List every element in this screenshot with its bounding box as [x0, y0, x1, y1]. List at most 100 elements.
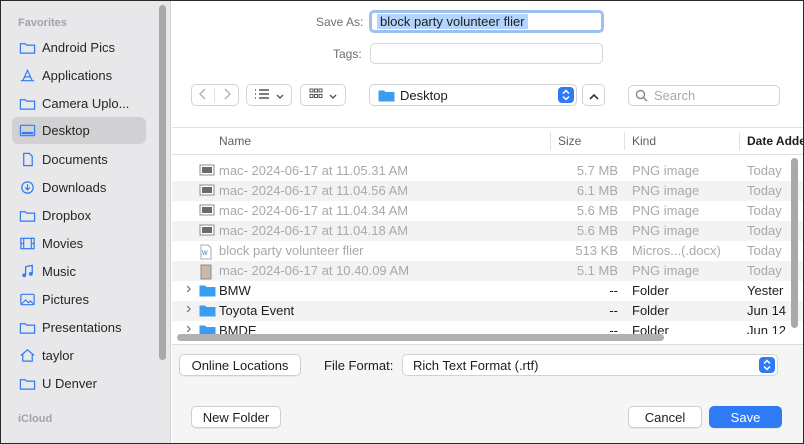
sidebar-item-label: Documents: [42, 152, 108, 167]
file-size: 5.1 MB: [576, 263, 618, 278]
file-size: 6.1 MB: [576, 183, 618, 198]
file-kind: PNG image: [632, 263, 700, 278]
file-size: 5.7 MB: [576, 163, 618, 178]
word-document-icon: W: [199, 244, 215, 260]
sidebar-item-music[interactable]: Music: [12, 258, 146, 285]
home-icon: [18, 348, 36, 364]
file-name: BMDE: [219, 323, 257, 334]
save-button[interactable]: Save: [709, 406, 782, 428]
folder-icon: [199, 324, 216, 334]
file-size: --: [609, 283, 618, 298]
file-name: mac- 2024-06-17 at 11.05.31 AM: [219, 163, 409, 178]
icloud-heading: iCloud: [18, 413, 53, 425]
sidebar: Favorites Android Pics Applications Came…: [1, 1, 171, 443]
file-name: BMW: [219, 283, 251, 298]
file-kind: PNG image: [632, 183, 700, 198]
sidebar-item-u-denver[interactable]: U Denver: [12, 370, 146, 397]
divider: [172, 344, 803, 345]
file-date-added: Today: [747, 183, 782, 198]
file-size: --: [609, 303, 618, 318]
image-file-icon: [199, 204, 215, 218]
file-date-added: Yester: [747, 283, 784, 298]
sidebar-item-pictures[interactable]: Pictures: [12, 286, 146, 313]
sidebar-item-label: Android Pics: [42, 40, 115, 55]
file-format-popup[interactable]: Rich Text Format (.rtf): [402, 354, 778, 376]
new-folder-button[interactable]: New Folder: [191, 406, 281, 428]
file-format-label: File Format:: [324, 358, 394, 373]
music-note-icon: [18, 264, 36, 280]
sidebar-item-documents[interactable]: Documents: [12, 146, 146, 173]
file-list: mac- 2024-06-17 at 11.05.31 AM 5.7 MB PNG …: [172, 1, 803, 334]
folder-icon: [18, 96, 36, 112]
file-name: block party volunteer flier: [219, 243, 364, 258]
folder-icon: [199, 304, 216, 318]
folder-icon: [18, 208, 36, 224]
disclosure-triangle-icon[interactable]: ›: [186, 280, 191, 298]
file-name: mac- 2024-06-17 at 11.04.56 AM: [219, 183, 409, 198]
sidebar-item-presentations[interactable]: Presentations: [12, 314, 146, 341]
file-date-added: Today: [747, 203, 782, 218]
save-dialog: Favorites Android Pics Applications Came…: [0, 0, 804, 444]
online-locations-button[interactable]: Online Locations: [179, 354, 301, 376]
table-vertical-scrollbar[interactable]: [791, 158, 798, 328]
sidebar-item-label: Applications: [42, 68, 113, 83]
file-format-value: Rich Text Format (.rtf): [413, 357, 539, 373]
table-row: mac- 2024-06-17 at 11.05.31 AM 5.7 MB PNG …: [172, 161, 803, 181]
file-size: 5.6 MB: [576, 203, 618, 218]
sidebar-item-movies[interactable]: Movies: [12, 230, 146, 257]
sidebar-item-applications[interactable]: Applications: [12, 62, 146, 89]
sidebar-item-label: Pictures: [42, 292, 89, 307]
sidebar-item-camera-uploads[interactable]: Camera Uplo...: [12, 90, 146, 117]
sidebar-item-label: Presentations: [42, 320, 122, 335]
sidebar-item-dropbox[interactable]: Dropbox: [12, 202, 146, 229]
sidebar-item-android-pics[interactable]: Android Pics: [12, 34, 146, 61]
sidebar-scrollbar[interactable]: [159, 5, 166, 360]
up-down-chevron-icon: [759, 357, 775, 373]
sidebar-item-label: Dropbox: [42, 208, 92, 223]
disclosure-triangle-icon[interactable]: ›: [186, 300, 191, 318]
file-date-added: Today: [747, 163, 782, 178]
favorites-heading: Favorites: [18, 17, 67, 29]
document-icon: [18, 152, 36, 168]
sidebar-item-downloads[interactable]: Downloads: [12, 174, 146, 201]
main-panel: Save As: block party volunteer flier Tag…: [172, 1, 803, 443]
file-name: mac- 2024-06-17 at 11.04.34 AM: [219, 203, 409, 218]
file-name: Toyota Event: [219, 303, 295, 318]
sidebar-item-label: Desktop: [42, 123, 90, 138]
table-row: mac- 2024-06-17 at 11.04.18 AM 5.6 MB PNG …: [172, 221, 803, 241]
file-kind: Folder: [632, 283, 669, 298]
table-row[interactable]: › BMDE -- Folder Jun 12: [172, 320, 803, 334]
file-size: 513 KB: [575, 243, 618, 258]
file-date-added: Today: [747, 243, 782, 258]
applications-icon: [18, 68, 36, 84]
download-icon: [18, 180, 36, 196]
file-size: 5.6 MB: [576, 223, 618, 238]
file-name: mac- 2024-06-17 at 11.04.18 AM: [219, 223, 409, 238]
image-file-icon: [199, 184, 215, 198]
table-row: mac- 2024-06-17 at 11.04.34 AM 5.6 MB PNG …: [172, 201, 803, 221]
file-kind: PNG image: [632, 163, 700, 178]
file-kind: Folder: [632, 323, 669, 334]
file-date-added: Today: [747, 263, 782, 278]
film-icon: [18, 236, 36, 252]
file-date-added: Jun 14: [747, 303, 787, 318]
table-row[interactable]: › BMW -- Folder Yester: [172, 280, 803, 301]
sidebar-item-desktop[interactable]: Desktop: [12, 117, 146, 144]
sidebar-item-label: Camera Uplo...: [42, 96, 130, 111]
folder-icon: [18, 376, 36, 392]
table-horizontal-scrollbar[interactable]: [177, 334, 664, 341]
svg-text:W: W: [202, 251, 208, 257]
sidebar-item-label: Downloads: [42, 180, 107, 195]
folder-icon: [18, 320, 36, 336]
disclosure-triangle-icon[interactable]: ›: [186, 320, 191, 334]
sidebar-item-taylor[interactable]: taylor: [12, 342, 146, 369]
file-size: --: [609, 323, 618, 334]
table-row[interactable]: › Toyota Event -- Folder Jun 14: [172, 300, 803, 321]
cancel-button[interactable]: Cancel: [628, 406, 702, 428]
sidebar-item-label: taylor: [42, 348, 74, 363]
file-kind: PNG image: [632, 223, 700, 238]
table-row: mac- 2024-06-17 at 11.04.56 AM 6.1 MB PNG …: [172, 181, 803, 201]
photo-icon: [18, 292, 36, 308]
image-file-icon: [199, 264, 215, 280]
desktop-icon: [18, 123, 36, 139]
